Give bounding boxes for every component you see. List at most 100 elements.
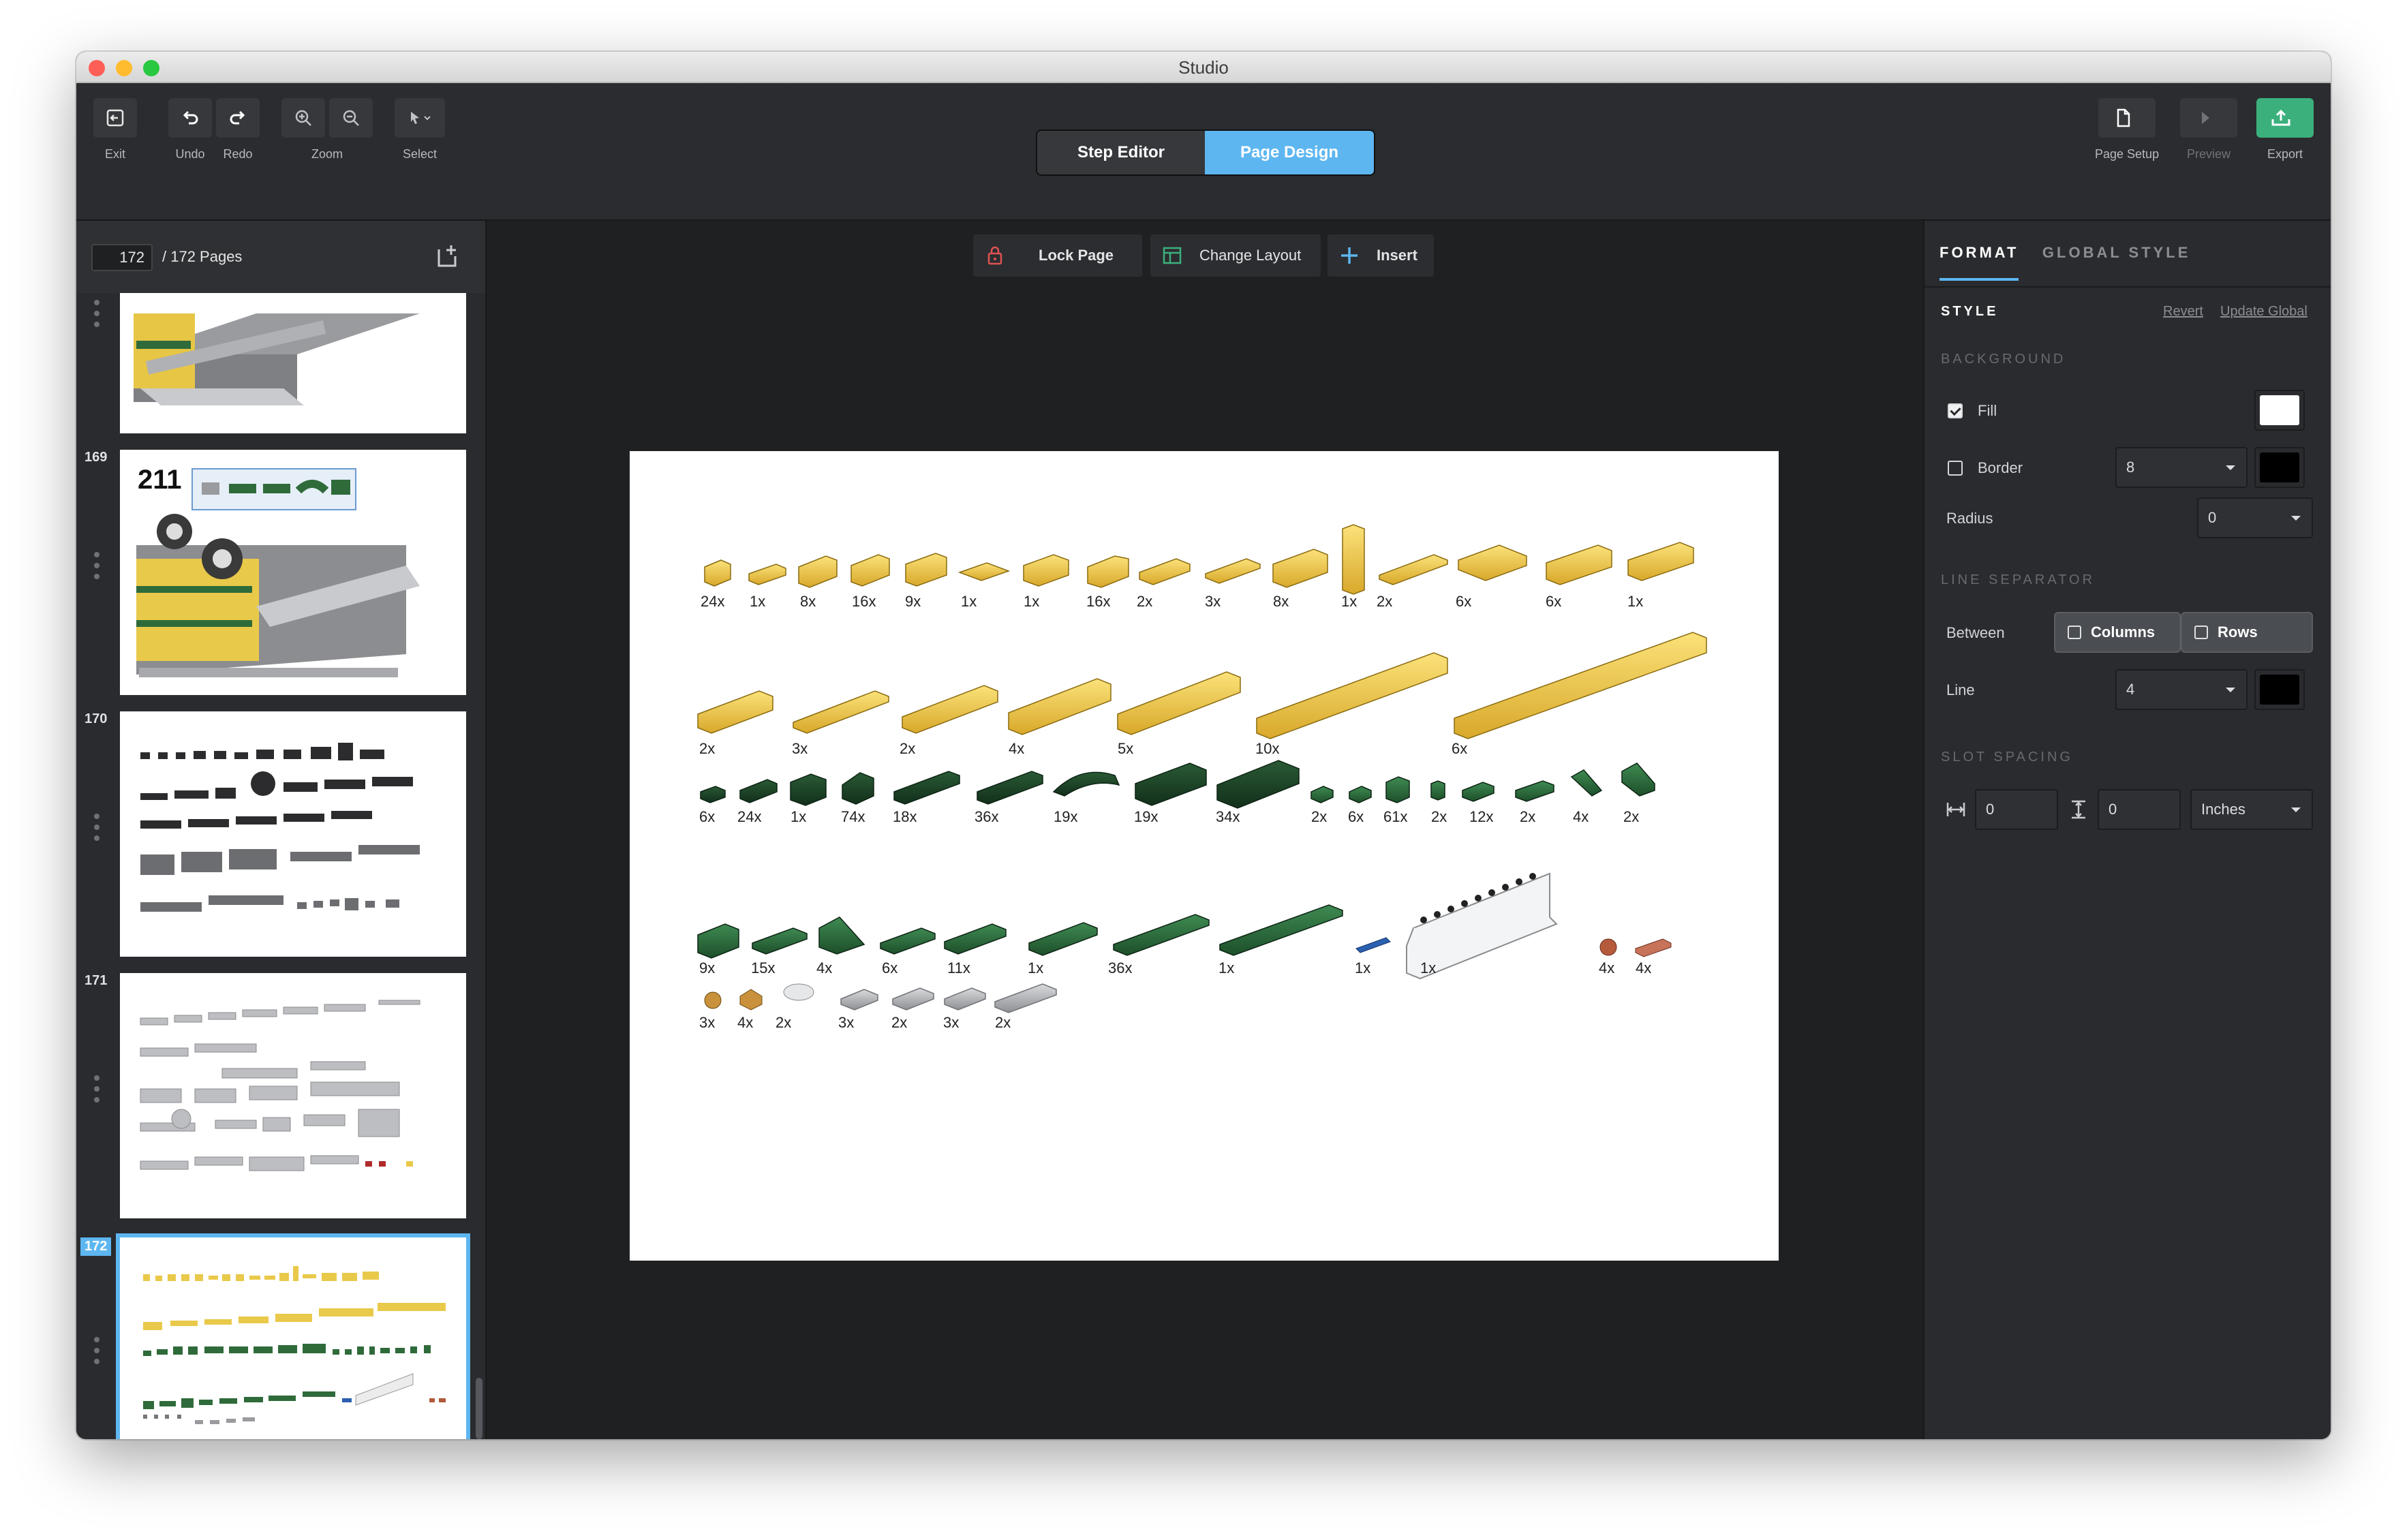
- page-navigator: 172 / 172 Pages: [76, 221, 485, 293]
- radius-select[interactable]: 0: [2197, 497, 2313, 538]
- zoom-group: Zoom: [279, 98, 375, 161]
- page-thumbnail[interactable]: [120, 293, 466, 433]
- undo-button[interactable]: [168, 98, 212, 138]
- part-qty: 2x: [699, 740, 715, 757]
- part-qty: 3x: [943, 1014, 959, 1031]
- part-qty: 3x: [699, 1014, 715, 1031]
- zoom-out-icon: [343, 110, 359, 126]
- undo-icon: [183, 110, 198, 125]
- page-thumbnail[interactable]: 211: [120, 450, 466, 695]
- part-qty: 19x: [1054, 808, 1077, 825]
- drag-handle-icon[interactable]: [94, 1075, 99, 1108]
- rows-toggle[interactable]: Rows: [2181, 612, 2313, 653]
- export-button[interactable]: [2256, 98, 2314, 138]
- update-global-link[interactable]: Update Global: [2220, 304, 2308, 320]
- format-tabs: FORMAT GLOBAL STYLE: [1940, 244, 2211, 281]
- part-qty: 10x: [1255, 740, 1279, 757]
- part-qty: 3x: [1205, 593, 1221, 610]
- part-qty: 74x: [841, 808, 865, 825]
- drag-handle-icon[interactable]: [94, 300, 99, 333]
- border-color-swatch[interactable]: [2254, 447, 2305, 488]
- exit-label: Exit: [104, 147, 125, 161]
- drag-handle-icon[interactable]: [94, 814, 99, 846]
- title-bar: Studio: [76, 52, 2331, 83]
- page-canvas-area: Lock Page Change Layout Insert 24x 1x 8x…: [487, 221, 1922, 1439]
- exit-button[interactable]: [93, 98, 137, 138]
- part-qty: 1x: [1028, 959, 1043, 976]
- page-canvas[interactable]: 24x 1x 8x 16x 9x 1x 1x 16x 2x 3x 8x 1x 2…: [630, 451, 1779, 1261]
- page-number: 169: [85, 450, 108, 465]
- tab-format[interactable]: FORMAT: [1940, 244, 2019, 281]
- page-thumbnail-image: [143, 1266, 446, 1424]
- border-checkbox[interactable]: [1948, 461, 1963, 476]
- part-qty: 3x: [792, 740, 808, 757]
- parts-list-drawing: 24x 1x 8x 16x 9x 1x 1x 16x 2x 3x 8x 1x 2…: [697, 524, 1707, 1031]
- current-page-input[interactable]: 172: [91, 244, 153, 271]
- line-color-swatch[interactable]: [2254, 669, 2305, 710]
- add-page-icon: [438, 245, 457, 267]
- part-qty: 2x: [1137, 593, 1152, 610]
- page-thumbnail-selected[interactable]: [116, 1233, 470, 1439]
- part-qty: 36x: [975, 808, 998, 825]
- page-thumbnail[interactable]: [120, 973, 466, 1218]
- columns-label: Columns: [2091, 623, 2156, 641]
- rows-label: Rows: [2218, 623, 2258, 641]
- part-qty: 15x: [751, 959, 775, 976]
- zoom-out-button[interactable]: [329, 98, 373, 138]
- thumbnails-scrollbar[interactable]: [476, 1378, 482, 1439]
- drag-handle-icon[interactable]: [94, 1337, 99, 1370]
- select-tool-button[interactable]: [395, 98, 445, 138]
- select-label: Select: [402, 147, 438, 161]
- preview-label: Preview: [2186, 147, 2231, 161]
- tab-global-style[interactable]: GLOBAL STYLE: [2042, 244, 2191, 278]
- style-heading: STYLE: [1941, 304, 1999, 319]
- part-qty: 61x: [1383, 808, 1407, 825]
- exit-icon: [106, 109, 124, 127]
- part-qty: 34x: [1216, 808, 1240, 825]
- app-window: Studio Exit Undo Redo Zoom Select Step E…: [76, 52, 2331, 1439]
- plus-icon: [1341, 247, 1358, 264]
- page-thumbnail-image: [134, 313, 420, 405]
- insert-button[interactable]: Insert: [1328, 234, 1434, 277]
- redo-button[interactable]: [216, 98, 260, 138]
- rows-checkbox: [2194, 626, 2208, 639]
- part-qty: 12x: [1469, 808, 1493, 825]
- fill-color-swatch[interactable]: [2254, 390, 2305, 431]
- vertical-spacing-input[interactable]: 0: [2098, 789, 2181, 830]
- horizontal-spacing-input[interactable]: 0: [1975, 789, 2058, 830]
- page-design-tab[interactable]: Page Design: [1205, 131, 1374, 174]
- part-qty: 6x: [1456, 593, 1471, 610]
- add-page-button[interactable]: [433, 243, 461, 273]
- drag-handle-icon[interactable]: [94, 552, 99, 585]
- page-number: 170: [85, 711, 108, 726]
- format-panel: FORMAT GLOBAL STYLE STYLE Revert Update …: [1923, 221, 2331, 1439]
- revert-link[interactable]: Revert: [2163, 304, 2203, 320]
- part-qty: 8x: [800, 593, 816, 610]
- part-qty: 9x: [905, 593, 921, 610]
- units-select[interactable]: Inches: [2190, 789, 2313, 830]
- page-thumbnail[interactable]: [120, 711, 466, 957]
- change-layout-button[interactable]: Change Layout: [1150, 234, 1321, 277]
- part-qty: 1x: [1341, 593, 1357, 610]
- border-width-select[interactable]: 8: [2115, 447, 2248, 488]
- part-qty: 11x: [947, 959, 970, 976]
- part-qty: 2x: [995, 1014, 1011, 1031]
- zoom-in-button[interactable]: [281, 98, 325, 138]
- line-width-select[interactable]: 4: [2115, 669, 2248, 710]
- page-setup-group: Page Setup: [2095, 98, 2159, 161]
- step-editor-tab[interactable]: Step Editor: [1037, 131, 1205, 174]
- change-layout-label: Change Layout: [1199, 247, 1302, 264]
- columns-toggle[interactable]: Columns: [2054, 612, 2181, 653]
- fill-checkbox[interactable]: [1948, 403, 1963, 418]
- preview-button[interactable]: [2180, 98, 2237, 138]
- insert-label: Insert: [1377, 247, 1417, 264]
- part-qty: 19x: [1134, 808, 1158, 825]
- part-qty: 4x: [1573, 808, 1589, 825]
- part-qty: 2x: [1311, 808, 1327, 825]
- window-title: Studio: [1178, 57, 1229, 78]
- part-qty: 6x: [1348, 808, 1364, 825]
- part-qty: 4x: [1636, 959, 1651, 976]
- part-qty: 8x: [1273, 593, 1289, 610]
- lock-page-button[interactable]: Lock Page: [973, 234, 1142, 277]
- page-setup-button[interactable]: [2098, 98, 2156, 138]
